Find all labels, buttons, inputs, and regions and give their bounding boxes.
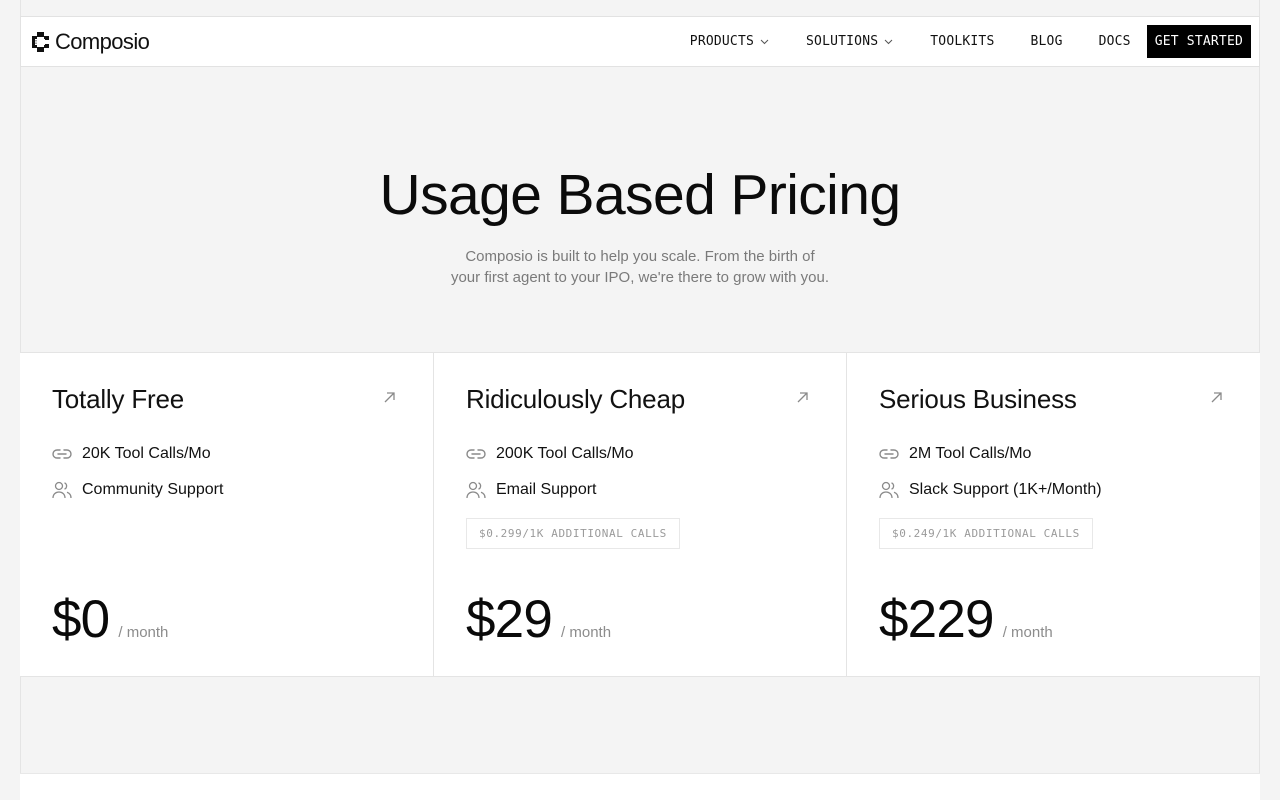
- nav-solutions[interactable]: SOLUTIONS: [806, 25, 893, 58]
- arrow-up-right-icon[interactable]: [383, 391, 396, 404]
- plan-card-free[interactable]: Totally Free 20K Tool Calls/Mo Community…: [20, 353, 433, 676]
- plan-price: $229 / month: [879, 589, 1053, 650]
- link-icon: [52, 444, 72, 464]
- feature-text: 2M Tool Calls/Mo: [909, 445, 1032, 462]
- link-icon: [879, 444, 899, 464]
- nav-docs[interactable]: DOCS: [1099, 25, 1131, 58]
- plan-title: Serious Business: [879, 384, 1077, 414]
- feature-text: Email Support: [496, 481, 597, 498]
- logo-text: Composio: [55, 29, 150, 54]
- top-navbar: Composio PRODUCTS SOLUTIONS TOOLKITS BLO…: [20, 16, 1260, 67]
- plan-feature: 200K Tool Calls/Mo: [466, 444, 634, 464]
- page-title: Usage Based Pricing: [379, 163, 901, 227]
- plan-price: $0 / month: [52, 589, 168, 650]
- plan-title: Totally Free: [52, 384, 184, 414]
- price-value: $29: [466, 590, 553, 649]
- price-value: $229: [879, 590, 995, 649]
- feature-text: Community Support: [82, 481, 224, 498]
- hero-subtitle: Composio is built to help you scale. Fro…: [20, 246, 1260, 288]
- plan-title: Ridiculously Cheap: [466, 384, 685, 414]
- nav-products-label: PRODUCTS: [689, 34, 755, 49]
- pricing-cards: Totally Free 20K Tool Calls/Mo Community…: [20, 352, 1260, 677]
- next-section-card: [20, 773, 1260, 800]
- plan-feature: Community Support: [52, 480, 223, 500]
- nav-blog[interactable]: BLOG: [1030, 25, 1062, 58]
- price-period: / month: [1002, 624, 1053, 641]
- additional-calls-badge: $0.249/1K ADDITIONAL CALLS: [879, 518, 1093, 549]
- users-icon: [52, 480, 72, 500]
- plan-feature: Email Support: [466, 480, 597, 500]
- users-icon: [466, 480, 486, 500]
- price-period: / month: [118, 624, 169, 641]
- feature-text: 20K Tool Calls/Mo: [82, 445, 211, 462]
- price-value: $0: [52, 590, 110, 649]
- arrow-up-right-icon[interactable]: [796, 391, 809, 404]
- plan-feature: 20K Tool Calls/Mo: [52, 444, 211, 464]
- users-icon: [879, 480, 899, 500]
- plan-price: $29 / month: [466, 589, 611, 650]
- nav-solutions-label: SOLUTIONS: [806, 34, 879, 49]
- chevron-down-icon: [760, 39, 769, 44]
- plan-feature: Slack Support (1K+/Month): [879, 480, 1102, 500]
- arrow-up-right-icon[interactable]: [1210, 391, 1223, 404]
- hero-section: Usage Based Pricing Composio is built to…: [20, 67, 1260, 353]
- feature-text: 200K Tool Calls/Mo: [496, 445, 634, 462]
- price-period: / month: [561, 624, 612, 641]
- plan-card-business[interactable]: Serious Business 2M Tool Calls/Mo Slack …: [846, 353, 1260, 676]
- link-icon: [466, 444, 486, 464]
- main-nav: PRODUCTS SOLUTIONS TOOLKITS BLOG DOCS GE…: [690, 25, 1251, 58]
- feature-text: Slack Support (1K+/Month): [909, 481, 1102, 498]
- additional-calls-badge: $0.299/1K ADDITIONAL CALLS: [466, 518, 680, 549]
- get-started-button[interactable]: GET STARTED: [1146, 25, 1251, 58]
- composio-logo-icon: [32, 32, 49, 52]
- chevron-down-icon: [884, 39, 893, 44]
- plan-feature: 2M Tool Calls/Mo: [879, 444, 1031, 464]
- plan-card-cheap[interactable]: Ridiculously Cheap 200K Tool Calls/Mo Em…: [433, 353, 846, 676]
- composio-logo[interactable]: Composio: [29, 29, 150, 55]
- hero-subtitle-line-2: your first agent to your IPO, we're ther…: [450, 269, 830, 286]
- nav-toolkits[interactable]: TOOLKITS: [930, 25, 994, 58]
- hero-subtitle-line-1: Composio is built to help you scale. Fro…: [465, 248, 815, 265]
- nav-products[interactable]: PRODUCTS: [690, 25, 769, 58]
